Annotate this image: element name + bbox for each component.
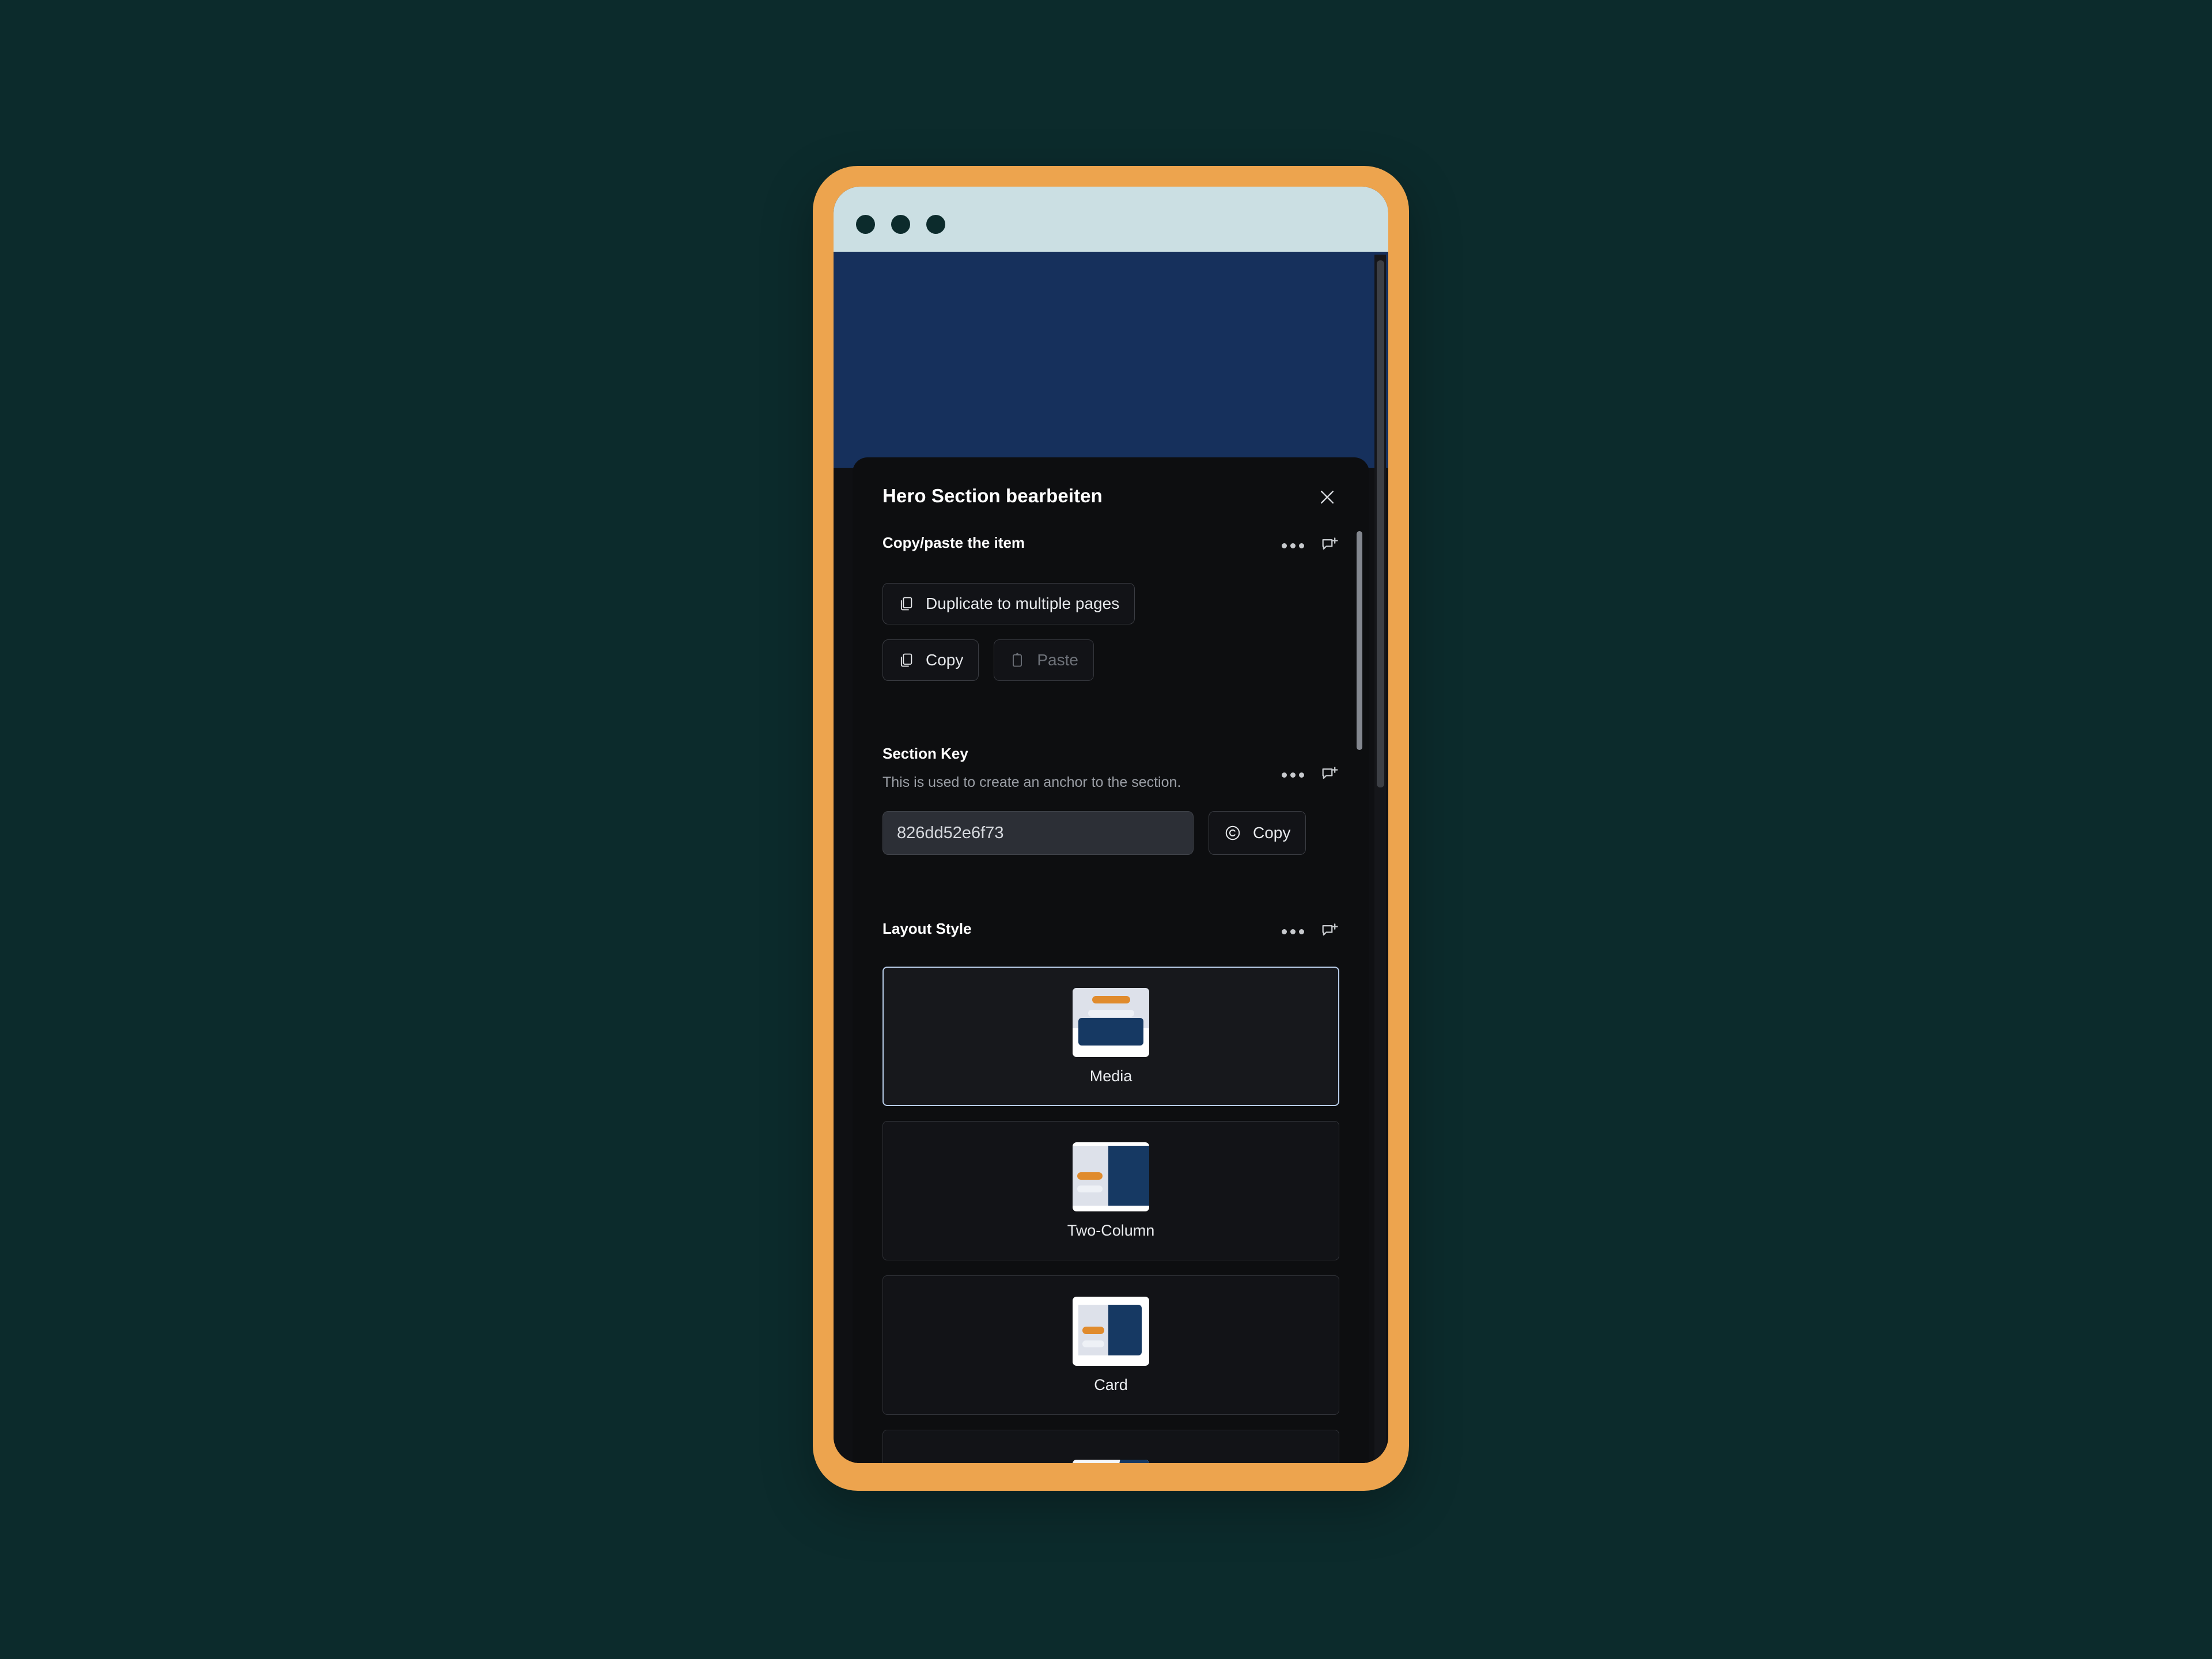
section-section-key: Section Key This is used to create an an… [882, 744, 1339, 855]
button-label: Copy [1253, 824, 1291, 842]
section-key-row: Copy [882, 811, 1339, 855]
section-layout-style: Layout Style Media Two-Column Card [882, 919, 1339, 1463]
page-scrollbar-thumb[interactable] [1377, 260, 1384, 787]
section-header-actions [1281, 533, 1339, 555]
layout-option-label: Two-Column [1067, 1221, 1155, 1239]
page-hero-band [834, 252, 1388, 468]
button-label: Copy [926, 651, 964, 669]
button-label: Paste [1037, 651, 1078, 669]
section-header-actions [1281, 744, 1339, 785]
layout-thumbnail-diagonal [1073, 1460, 1149, 1463]
edit-section-modal: Hero Section bearbeiten Copy/paste the i… [853, 457, 1369, 1463]
window-minimize-dot-icon[interactable] [891, 215, 910, 234]
layout-option-diagonal[interactable] [882, 1430, 1339, 1463]
section-copy-paste: Copy/paste the item Duplicate to multipl… [882, 533, 1339, 681]
duplicate-icon [898, 596, 914, 612]
section-label: Layout Style [882, 920, 972, 937]
section-key-input[interactable] [882, 811, 1194, 855]
window-maximize-dot-icon[interactable] [926, 215, 945, 234]
browser-titlebar [834, 187, 1388, 252]
layout-style-options: Media Two-Column Card [882, 967, 1339, 1463]
phone-screen: Hero Section bearbeiten Copy/paste the i… [834, 187, 1388, 1463]
modal-scrollbar-thumb[interactable] [1357, 531, 1362, 750]
layout-thumbnail-card [1073, 1296, 1149, 1366]
add-comment-icon[interactable] [1320, 922, 1339, 941]
section-header-text: Copy/paste the item [882, 533, 1025, 552]
section-label: Copy/paste the item [882, 534, 1025, 551]
paste-button[interactable]: Paste [994, 639, 1094, 681]
section-header-actions [1281, 919, 1339, 941]
modal-title: Hero Section bearbeiten [882, 485, 1103, 506]
add-comment-icon[interactable] [1320, 765, 1339, 785]
copyright-circle-icon [1224, 824, 1241, 842]
layout-option-two-column[interactable]: Two-Column [882, 1121, 1339, 1260]
section-header-text: Section Key This is used to create an an… [882, 744, 1181, 793]
modal-body: Copy/paste the item Duplicate to multipl… [853, 533, 1369, 1463]
modal-header: Hero Section bearbeiten [853, 457, 1369, 533]
duplicate-to-multiple-pages-button[interactable]: Duplicate to multiple pages [882, 583, 1135, 624]
copy-paste-row: Copy Paste [882, 639, 1339, 681]
section-header-text: Layout Style [882, 919, 972, 938]
section-key-copy-button[interactable]: Copy [1209, 811, 1306, 855]
more-options-icon[interactable] [1281, 925, 1306, 938]
section-description: This is used to create an anchor to the … [882, 774, 1181, 790]
layout-option-media[interactable]: Media [882, 967, 1339, 1106]
copy-paste-buttons: Duplicate to multiple pages Copy Paste [882, 583, 1339, 681]
section-header: Copy/paste the item [882, 533, 1339, 563]
more-options-icon[interactable] [1281, 539, 1306, 552]
section-header: Layout Style [882, 919, 1339, 949]
layout-option-label: Card [1094, 1376, 1128, 1393]
layout-thumbnail-two-column [1073, 1142, 1149, 1211]
phone-frame: Hero Section bearbeiten Copy/paste the i… [813, 166, 1409, 1491]
window-close-dot-icon[interactable] [856, 215, 875, 234]
more-options-icon[interactable] [1281, 768, 1306, 781]
add-comment-icon[interactable] [1320, 536, 1339, 555]
copy-button[interactable]: Copy [882, 639, 979, 681]
layout-option-label: Media [1089, 1067, 1132, 1085]
button-label: Duplicate to multiple pages [926, 594, 1120, 612]
clipboard-icon [1009, 652, 1025, 668]
section-label: Section Key [882, 745, 968, 762]
section-header: Section Key This is used to create an an… [882, 744, 1339, 793]
layout-thumbnail-media [1073, 987, 1149, 1057]
copy-icon [898, 652, 914, 668]
close-icon[interactable] [1309, 479, 1345, 515]
layout-option-card[interactable]: Card [882, 1275, 1339, 1415]
